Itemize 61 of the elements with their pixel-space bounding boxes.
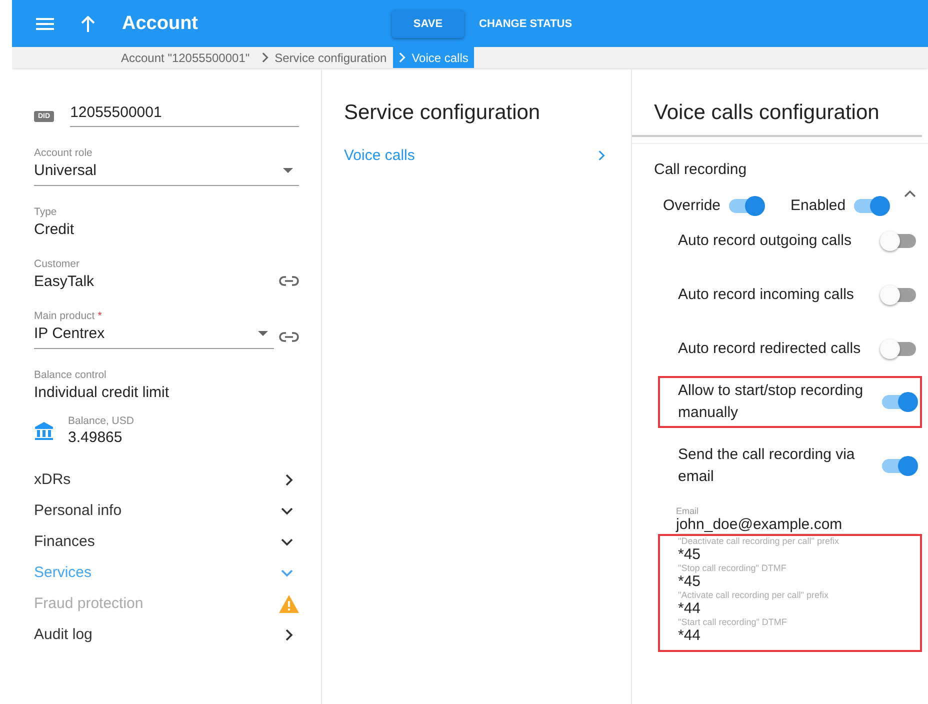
up-arrow-icon[interactable] <box>80 16 96 32</box>
select-field[interactable]: Universal <box>34 162 299 186</box>
toggle-switch[interactable] <box>882 288 916 302</box>
select-field[interactable]: IP Centrex <box>34 325 274 349</box>
section-title: Call recording <box>654 161 747 178</box>
email-field[interactable]: Email john_doe@example.com <box>676 506 918 534</box>
field-value: Individual credit limit <box>34 384 170 401</box>
page-title: Account <box>122 12 199 34</box>
field-label: Account role <box>34 147 92 159</box>
prefix-field[interactable]: "Deactivate call recording per call" prefix *45 <box>678 536 920 563</box>
switch-label: Override <box>663 197 721 214</box>
field-value: EasyTalk <box>34 273 94 290</box>
field-label: Main product <box>34 310 95 322</box>
chevron-right-icon <box>285 474 293 486</box>
nav-item[interactable]: Personal info <box>34 495 299 526</box>
chevron-right-icon <box>398 52 406 63</box>
nav-item[interactable]: Audit log <box>34 619 299 650</box>
toggle-switch[interactable] <box>882 342 916 356</box>
toggle-switch[interactable] <box>728 198 763 212</box>
option-label: Auto record redirected calls <box>678 339 861 359</box>
prefix-field[interactable]: "Start call recording" DTMF *44 <box>678 617 920 644</box>
chevron-up-icon[interactable] <box>904 190 916 198</box>
field-label: Type <box>34 206 57 218</box>
chevron-right-icon <box>285 628 293 640</box>
link-icon[interactable] <box>279 332 299 342</box>
did-field[interactable]: 12055500001 <box>70 104 299 127</box>
required-mark: * <box>98 310 102 322</box>
option-label: Allow to start/stop recording manually <box>678 381 864 423</box>
breadcrumb[interactable]: Service configuration <box>256 47 393 68</box>
breadcrumb[interactable]: Account "12055500001" <box>121 47 256 68</box>
field-label: Balance control <box>34 369 106 381</box>
warning-icon <box>279 594 299 612</box>
toggle-switch[interactable] <box>854 198 888 212</box>
dropdown-caret-icon <box>258 331 268 336</box>
switch-label: Enabled <box>790 197 846 214</box>
field-value: Credit <box>34 221 76 238</box>
chevron-down-icon <box>281 538 293 546</box>
balance-label: Balance, USD <box>68 415 134 427</box>
option-label: Send the call recording via email <box>678 445 856 487</box>
toggle-switch[interactable] <box>882 395 916 409</box>
dropdown-caret-icon <box>283 168 293 173</box>
chevron-right-icon <box>598 150 605 161</box>
menu-icon[interactable] <box>36 18 54 30</box>
field-label: Customer <box>34 258 80 270</box>
link-icon[interactable] <box>279 276 299 286</box>
chevron-right-icon <box>262 52 269 63</box>
prefix-field[interactable]: "Activate call recording per call" prefix *44 <box>678 590 920 617</box>
prefix-field[interactable]: "Stop call recording" DTMF *45 <box>678 563 920 590</box>
chevron-down-icon <box>281 506 293 514</box>
panel-title: Service configuration <box>344 100 542 126</box>
bank-icon <box>34 420 54 440</box>
nav-item[interactable]: Finances <box>34 526 299 557</box>
option-label: Auto record incoming calls <box>678 285 854 305</box>
toggle-switch[interactable] <box>882 234 916 248</box>
toggle-switch[interactable] <box>882 459 916 473</box>
panel-title: Voice calls configuration <box>632 68 922 137</box>
nav-item[interactable]: xDRs <box>34 464 299 495</box>
chevron-down-icon <box>281 568 293 576</box>
balance-value: 3.49865 <box>68 429 124 446</box>
save-button[interactable]: SAVE <box>392 10 464 38</box>
option-label: Auto record outgoing calls <box>678 231 852 251</box>
